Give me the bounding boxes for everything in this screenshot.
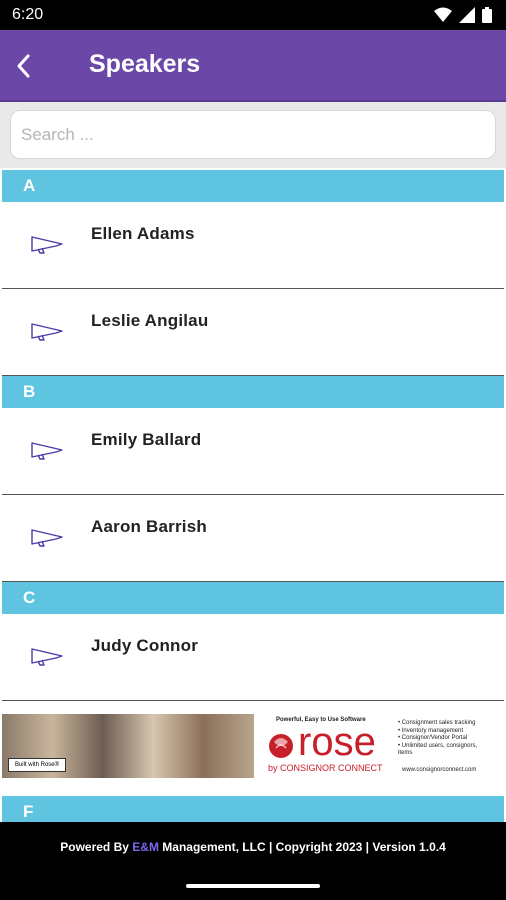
footer-company-highlight: E&M	[132, 840, 159, 854]
list-item[interactable]: Judy Connor	[2, 614, 504, 701]
chevron-left-icon	[17, 54, 30, 78]
footer-prefix: Powered By	[60, 840, 133, 854]
ad-feature: • Consignor/Vendor Portal	[398, 735, 468, 741]
ad-feature: • Consignment sales tracking	[398, 720, 476, 726]
footer-suffix: Management, LLC | Copyright 2023 | Versi…	[158, 840, 446, 854]
app-bar: Speakers	[0, 30, 506, 102]
status-bar: 6:20	[0, 0, 506, 30]
megaphone-icon	[31, 323, 63, 341]
page-title: Speakers	[89, 50, 201, 78]
ad-photo: Built with Rose®	[2, 714, 254, 778]
list-item[interactable]: Aaron Barrish	[2, 495, 504, 582]
list-item[interactable]: Emily Ballard	[2, 408, 504, 495]
ad-feature: items	[398, 750, 413, 756]
search-bar	[0, 102, 506, 168]
speaker-name: Aaron Barrish	[91, 517, 207, 536]
ad-features: • Consignment sales tracking • Inventory…	[398, 720, 504, 758]
megaphone-icon	[31, 648, 63, 666]
ad-url: www.consignorconnect.com	[402, 767, 477, 773]
status-icons	[434, 7, 492, 23]
cellular-signal-icon	[459, 7, 475, 23]
section-header-c: C	[2, 582, 504, 614]
megaphone-icon	[31, 529, 63, 547]
ad-brand: rose	[298, 720, 376, 764]
list-item[interactable]: Leslie Angilau	[2, 289, 504, 376]
speaker-list: A Ellen Adams Leslie Angilau B Emily Bal…	[0, 170, 506, 701]
ad-feature: • Unlimited users, consignors,	[398, 742, 478, 749]
ad-brand-sub: by CONSIGNOR CONNECT	[268, 763, 383, 773]
megaphone-icon	[31, 236, 63, 254]
ad-photo-badge: Built with Rose®	[8, 758, 66, 772]
section-header-a: A	[2, 170, 504, 202]
footer: Powered By E&M Management, LLC | Copyrig…	[0, 822, 506, 900]
footer-text: Powered By E&M Management, LLC | Copyrig…	[0, 840, 506, 854]
speaker-name: Ellen Adams	[91, 224, 195, 243]
section-header-b: B	[2, 376, 504, 408]
ad-feature: • Inventory management	[398, 727, 464, 734]
list-item[interactable]: Ellen Adams	[2, 202, 504, 289]
back-button[interactable]	[6, 48, 42, 84]
battery-icon	[482, 7, 492, 23]
speaker-name: Leslie Angilau	[91, 311, 209, 330]
home-indicator[interactable]	[186, 884, 320, 888]
search-input[interactable]	[10, 110, 496, 159]
megaphone-icon	[31, 442, 63, 460]
speaker-name: Judy Connor	[91, 636, 199, 655]
ad-banner[interactable]: Built with Rose® Powerful, Easy to Use S…	[0, 714, 506, 778]
speaker-name: Emily Ballard	[91, 430, 202, 449]
status-time: 6:20	[12, 6, 44, 23]
wifi-icon	[434, 7, 452, 22]
